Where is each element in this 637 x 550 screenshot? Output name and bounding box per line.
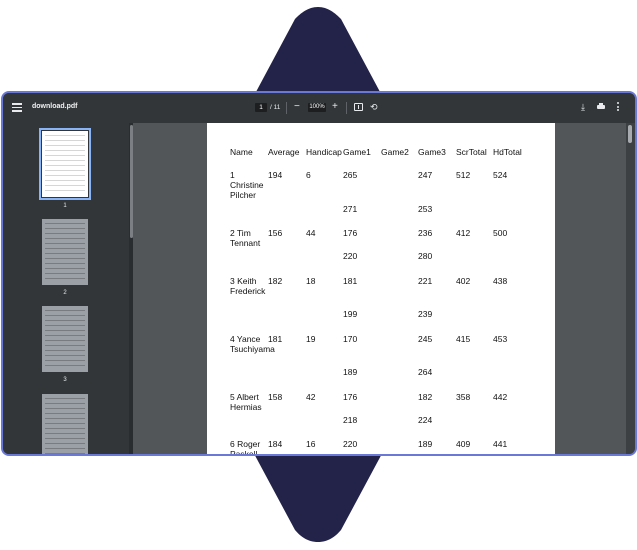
print-icon[interactable] — [597, 103, 605, 110]
page-thumbnail-2[interactable] — [42, 219, 88, 285]
zoom-level-input[interactable]: 100% — [308, 103, 326, 112]
row-handicap: 44 — [306, 228, 316, 238]
pdf-viewer-window: download.pdf 1 / 11 − 100% + ⟲ ⤓ 1 2 3 N… — [3, 93, 635, 454]
row-average: 158 — [268, 392, 283, 402]
thumbnail-label: 3 — [63, 377, 67, 383]
row-sub-game3: 264 — [418, 367, 433, 377]
fit-page-icon[interactable] — [354, 103, 363, 111]
row-game3: 189 — [418, 439, 433, 449]
row-game1: 170 — [343, 334, 358, 344]
row-scrtotal: 402 — [456, 276, 471, 286]
row-sub-game3: 253 — [418, 204, 433, 214]
row-handicap: 18 — [306, 276, 316, 286]
zoom-out-button[interactable]: − — [294, 101, 300, 113]
toolbar-divider — [346, 102, 347, 114]
row-name: 2 Tim Tennant — [230, 228, 261, 248]
row-hdtotal: 441 — [493, 439, 508, 449]
row-handicap: 16 — [306, 439, 316, 449]
row-handicap: 42 — [306, 392, 316, 402]
row-sub-game3: 239 — [418, 309, 433, 319]
row-name: 5 Albert Hermias — [230, 392, 262, 412]
viewer-scrollbar-thumb[interactable] — [628, 125, 632, 143]
page-number-input[interactable]: 1 — [255, 103, 267, 112]
row-name: 4 Yance Tsuchiyama — [230, 334, 275, 354]
row-sub-game3: 224 — [418, 415, 433, 425]
viewer-scrollbar[interactable] — [626, 123, 635, 454]
row-sub-game1: 189 — [343, 367, 358, 377]
row-game1: 176 — [343, 228, 358, 238]
row-scrtotal: 409 — [456, 439, 471, 449]
row-scrtotal: 412 — [456, 228, 471, 238]
row-scrtotal: 415 — [456, 334, 471, 344]
row-average: 181 — [268, 334, 283, 344]
row-hdtotal: 500 — [493, 228, 508, 238]
row-handicap: 19 — [306, 334, 316, 344]
toolbar: download.pdf 1 / 11 − 100% + ⟲ ⤓ — [3, 93, 635, 123]
header-game3: Game3 — [418, 147, 446, 157]
header-handicap: Handicap — [306, 147, 342, 157]
row-hdtotal: 442 — [493, 392, 508, 402]
row-average: 194 — [268, 170, 283, 180]
row-game3: 245 — [418, 334, 433, 344]
row-name: 1 Christine Pilcher — [230, 170, 264, 200]
row-sub-game3: 280 — [418, 251, 433, 261]
thumbnail-label: 1 — [63, 203, 67, 209]
row-game3: 236 — [418, 228, 433, 238]
row-average: 182 — [268, 276, 283, 286]
page-thumbnail-3[interactable] — [42, 306, 88, 372]
row-sub-game1: 220 — [343, 251, 358, 261]
document-viewer: Name Average Handicap Game1 Game2 Game3 … — [133, 123, 635, 454]
row-game3: 247 — [418, 170, 433, 180]
stage: { "toolbar": { "title": "download.pdf", … — [0, 0, 637, 550]
header-average: Average — [268, 147, 300, 157]
row-scrtotal: 358 — [456, 392, 471, 402]
header-name: Name — [230, 147, 253, 157]
row-game3: 221 — [418, 276, 433, 286]
row-sub-game1: 199 — [343, 309, 358, 319]
header-hdtotal: HdTotal — [493, 147, 522, 157]
download-icon[interactable]: ⤓ — [581, 102, 585, 112]
row-game1: 265 — [343, 170, 358, 180]
header-game1: Game1 — [343, 147, 371, 157]
zoom-in-button[interactable]: + — [332, 101, 338, 113]
row-scrtotal: 512 — [456, 170, 471, 180]
thumbnail-sidebar: 1 2 3 — [3, 123, 129, 454]
page-total: / 11 — [270, 104, 281, 111]
row-handicap: 6 — [306, 170, 311, 180]
row-average: 156 — [268, 228, 283, 238]
row-sub-game1: 218 — [343, 415, 358, 425]
row-hdtotal: 524 — [493, 170, 508, 180]
row-name: 3 Keith Frederick — [230, 276, 266, 296]
row-average: 184 — [268, 439, 283, 449]
row-hdtotal: 453 — [493, 334, 508, 344]
rotate-icon[interactable]: ⟲ — [370, 102, 378, 112]
thumbnail-label: 2 — [63, 290, 67, 296]
row-game1: 181 — [343, 276, 358, 286]
page-thumbnail-4[interactable] — [42, 394, 88, 454]
row-sub-game1: 271 — [343, 204, 358, 214]
more-vert-icon[interactable] — [617, 102, 620, 112]
toolbar-divider — [286, 102, 287, 114]
menu-icon[interactable] — [12, 103, 22, 112]
row-game3: 182 — [418, 392, 433, 402]
header-scrtotal: ScrTotal — [456, 147, 487, 157]
row-hdtotal: 438 — [493, 276, 508, 286]
row-game1: 176 — [343, 392, 358, 402]
row-game1: 220 — [343, 439, 358, 449]
page-thumbnail-1[interactable] — [39, 128, 91, 200]
document-title: download.pdf — [32, 103, 78, 110]
pdf-page: Name Average Handicap Game1 Game2 Game3 … — [207, 123, 555, 454]
header-game2: Game2 — [381, 147, 409, 157]
row-name: 6 Roger Paskell — [230, 439, 261, 454]
